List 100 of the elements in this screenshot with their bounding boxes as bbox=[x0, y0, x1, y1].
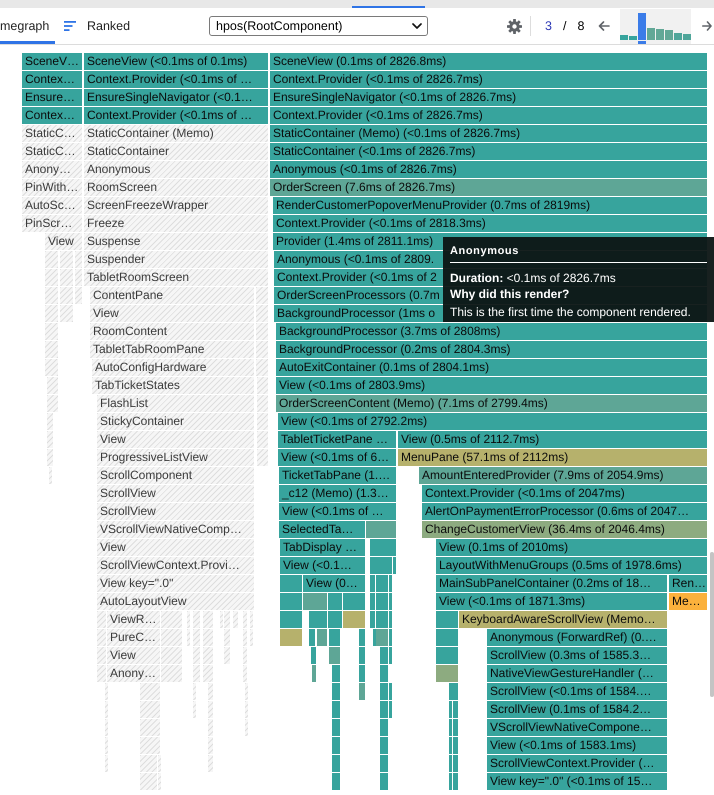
commit-bar[interactable] bbox=[629, 36, 638, 40]
component-bar[interactable] bbox=[49, 467, 52, 484]
component-bar[interactable]: StaticContainer bbox=[84, 143, 268, 160]
component-bar[interactable] bbox=[380, 665, 388, 682]
component-bar[interactable]: TabDisplay … bbox=[280, 539, 365, 556]
component-bar[interactable]: StaticContainer (<0.1ms of 2826.7ms) bbox=[270, 143, 707, 160]
component-bar[interactable]: View (0… bbox=[303, 575, 365, 592]
component-bar[interactable] bbox=[389, 575, 392, 592]
component-bar[interactable] bbox=[161, 629, 182, 646]
component-bar[interactable] bbox=[380, 719, 388, 736]
component-bar[interactable]: TabletTabRoomPane bbox=[90, 341, 254, 358]
commit-bar[interactable] bbox=[674, 32, 682, 40]
component-bar[interactable]: AutoConfigHardware bbox=[92, 359, 254, 376]
component-bar[interactable]: TabletTicketPane … bbox=[278, 431, 396, 448]
arrow-left-icon[interactable] bbox=[598, 21, 610, 31]
component-bar[interactable]: AutoExitContainer (0.1ms of 2804.1ms) bbox=[276, 359, 707, 376]
component-bar[interactable] bbox=[161, 647, 182, 664]
component-bar[interactable] bbox=[359, 683, 365, 700]
component-bar[interactable] bbox=[436, 629, 458, 646]
component-bar[interactable]: Contex… bbox=[22, 71, 82, 88]
component-bar[interactable] bbox=[436, 665, 458, 682]
component-bar[interactable] bbox=[280, 629, 302, 646]
component-bar[interactable] bbox=[370, 575, 375, 592]
component-bar[interactable]: Ensure… bbox=[22, 89, 82, 106]
component-bar[interactable] bbox=[45, 341, 58, 358]
component-bar[interactable] bbox=[257, 377, 268, 394]
component-bar[interactable]: ScrollComponent bbox=[97, 467, 254, 484]
component-bar[interactable] bbox=[329, 629, 340, 646]
component-bar[interactable] bbox=[389, 701, 392, 718]
component-bar[interactable] bbox=[45, 305, 58, 322]
component-bar[interactable] bbox=[312, 665, 316, 682]
component-bar[interactable]: View (0.1ms of 2010ms) bbox=[436, 539, 707, 556]
component-bar[interactable] bbox=[60, 305, 73, 322]
component-bar[interactable] bbox=[328, 611, 342, 628]
component-bar[interactable]: AutoSc… bbox=[22, 197, 82, 214]
component-bar[interactable] bbox=[453, 755, 458, 772]
component-bar[interactable]: Anonymous bbox=[84, 161, 268, 178]
component-bar[interactable] bbox=[250, 611, 253, 628]
component-bar[interactable] bbox=[105, 719, 108, 736]
component-bar[interactable] bbox=[366, 521, 396, 538]
component-bar[interactable]: Freeze bbox=[84, 215, 268, 232]
component-bar[interactable] bbox=[280, 575, 302, 592]
component-bar[interactable] bbox=[45, 269, 58, 286]
component-bar[interactable] bbox=[311, 647, 316, 664]
component-bar[interactable] bbox=[45, 251, 58, 268]
component-bar[interactable] bbox=[436, 611, 458, 628]
component-bar[interactable] bbox=[309, 629, 315, 646]
component-bar[interactable] bbox=[45, 287, 58, 304]
component-bar[interactable] bbox=[60, 269, 73, 286]
component-bar[interactable]: StaticContainer (Memo) bbox=[84, 125, 268, 142]
component-bar[interactable] bbox=[75, 269, 82, 286]
component-bar[interactable]: ContentPane bbox=[90, 287, 254, 304]
component-bar[interactable] bbox=[208, 701, 213, 718]
component-bar[interactable]: KeyboardAwareScrollView (Memo… bbox=[459, 611, 667, 628]
component-bar[interactable] bbox=[332, 719, 340, 736]
component-bar[interactable] bbox=[380, 755, 388, 772]
component-bar[interactable]: ScrollView (<0.1ms of 1584.… bbox=[487, 683, 667, 700]
component-bar[interactable]: View (<0.1ms of 2792.2ms) bbox=[278, 413, 707, 430]
component-bar[interactable]: View key=".0" bbox=[97, 575, 254, 592]
component-bar[interactable] bbox=[203, 665, 213, 682]
component-bar[interactable] bbox=[203, 629, 213, 646]
component-bar[interactable] bbox=[317, 629, 327, 646]
component-bar[interactable] bbox=[389, 683, 392, 700]
component-bar[interactable] bbox=[389, 611, 392, 628]
component-bar[interactable] bbox=[389, 647, 392, 664]
component-bar[interactable]: MenuPane (57.1ms of 2112ms) bbox=[398, 449, 707, 466]
tab[interactable]: megraph bbox=[0, 8, 55, 44]
component-bar[interactable] bbox=[453, 719, 458, 736]
component-bar[interactable]: ScreenFreezeWrapper bbox=[84, 197, 268, 214]
component-bar[interactable]: StaticC… bbox=[22, 143, 82, 160]
component-bar[interactable]: View (<0.1… bbox=[280, 557, 365, 574]
commit-bar[interactable] bbox=[620, 34, 628, 40]
component-bar[interactable] bbox=[343, 593, 365, 610]
component-bar[interactable] bbox=[243, 629, 247, 646]
component-bar[interactable] bbox=[193, 647, 200, 664]
component-bar[interactable] bbox=[97, 629, 106, 646]
component-bar[interactable]: EnsureSingleNavigator (<0.1ms of 2826.7ms) bbox=[270, 89, 707, 106]
component-bar[interactable]: Context.Provider (<0.1ms of … bbox=[84, 71, 268, 88]
component-bar[interactable] bbox=[208, 755, 213, 772]
component-bar[interactable]: ScrollView bbox=[97, 485, 254, 502]
component-bar[interactable]: MainSubPanelContainer (0.2ms of 18… bbox=[436, 575, 667, 592]
commit-bar[interactable] bbox=[665, 30, 674, 40]
component-bar[interactable]: View bbox=[97, 431, 254, 448]
component-bar[interactable]: TabletRoomScreen bbox=[84, 269, 268, 286]
component-bar[interactable] bbox=[97, 647, 106, 664]
component-bar[interactable]: Contex… bbox=[22, 107, 82, 124]
component-bar[interactable]: FlashList bbox=[97, 395, 254, 412]
component-bar[interactable] bbox=[45, 323, 58, 340]
component-bar[interactable] bbox=[105, 737, 108, 754]
settings-icon[interactable] bbox=[507, 18, 522, 34]
component-bar[interactable] bbox=[280, 593, 302, 610]
component-bar[interactable] bbox=[359, 647, 365, 664]
component-bar[interactable] bbox=[161, 611, 182, 628]
component-bar[interactable]: OrderScreenContent (Memo) (7.1ms of 2799.4ms) bbox=[276, 395, 707, 412]
component-bar[interactable]: PinWith… bbox=[22, 179, 82, 196]
component-bar[interactable]: Me… bbox=[669, 593, 707, 610]
component-bar[interactable] bbox=[47, 377, 58, 394]
component-bar[interactable] bbox=[208, 719, 213, 736]
component-bar[interactable]: EnsureSingleNavigator (<0.1… bbox=[84, 89, 268, 106]
component-bar[interactable] bbox=[359, 665, 365, 682]
